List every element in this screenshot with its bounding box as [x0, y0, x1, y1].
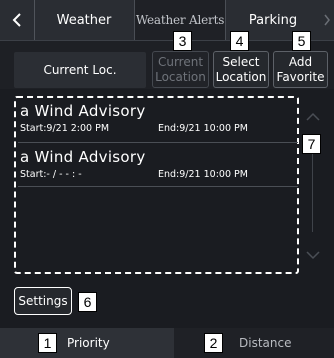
callout-6: 6: [78, 292, 97, 312]
callout-2: 2: [204, 333, 223, 353]
list-divider: [18, 142, 298, 143]
sort-distance-tab[interactable]: 2 Distance: [174, 328, 334, 358]
current-location-label-line1: Current: [157, 54, 204, 69]
alert-title: a Wind Advisory: [20, 102, 146, 120]
alert-times: Start:9/21 2:00 PM End:9/21 10:00 PM: [20, 123, 296, 137]
chevron-left-icon: [12, 13, 21, 27]
list-divider: [18, 186, 298, 187]
chevron-down-icon[interactable]: [305, 250, 321, 260]
chevron-up-icon[interactable]: [305, 112, 321, 122]
alert-times: Start:- / - - : - End:9/21 10:00 PM: [20, 169, 296, 183]
select-location-label-line1: Select: [222, 54, 260, 69]
alert-title: a Wind Advisory: [20, 148, 146, 166]
callout-4: 4: [230, 31, 249, 51]
sort-distance-label: Distance: [239, 336, 292, 350]
list-item[interactable]: a Wind Advisory Start:- / - - : - End:9/…: [20, 148, 296, 183]
list-item[interactable]: a Wind Advisory Start:9/21 2:00 PM End:9…: [20, 102, 296, 137]
alert-end: End:9/21 10:00 PM: [158, 123, 248, 134]
add-favorite-label-line1: Add: [288, 54, 313, 69]
current-location-name: Current Loc.: [14, 52, 146, 88]
sort-priority-label: Priority: [67, 336, 110, 350]
chevron-right-icon: [324, 14, 330, 26]
current-location-button[interactable]: Current Location: [152, 51, 209, 88]
back-button[interactable]: [0, 0, 35, 40]
sort-priority-tab[interactable]: 1 Priority: [0, 328, 174, 358]
tab-scroll-right[interactable]: [320, 0, 334, 40]
tab-weather[interactable]: Weather: [34, 0, 134, 40]
callout-3: 3: [173, 31, 192, 51]
alert-start: Start:- / - - : -: [20, 169, 82, 180]
alert-end: End:9/21 10:00 PM: [158, 169, 248, 180]
callout-1: 1: [38, 333, 57, 353]
select-location-button[interactable]: Select Location: [213, 51, 269, 88]
add-favorite-label-line2: Favorite: [276, 69, 325, 84]
select-location-label-line2: Location: [215, 69, 267, 84]
current-location-label-line2: Location: [155, 69, 206, 84]
callout-5: 5: [292, 31, 311, 51]
add-favorite-button[interactable]: Add Favorite: [273, 51, 328, 88]
alert-start: Start:9/21 2:00 PM: [20, 123, 110, 134]
callout-7: 7: [302, 134, 321, 154]
settings-button[interactable]: Settings: [14, 287, 72, 315]
